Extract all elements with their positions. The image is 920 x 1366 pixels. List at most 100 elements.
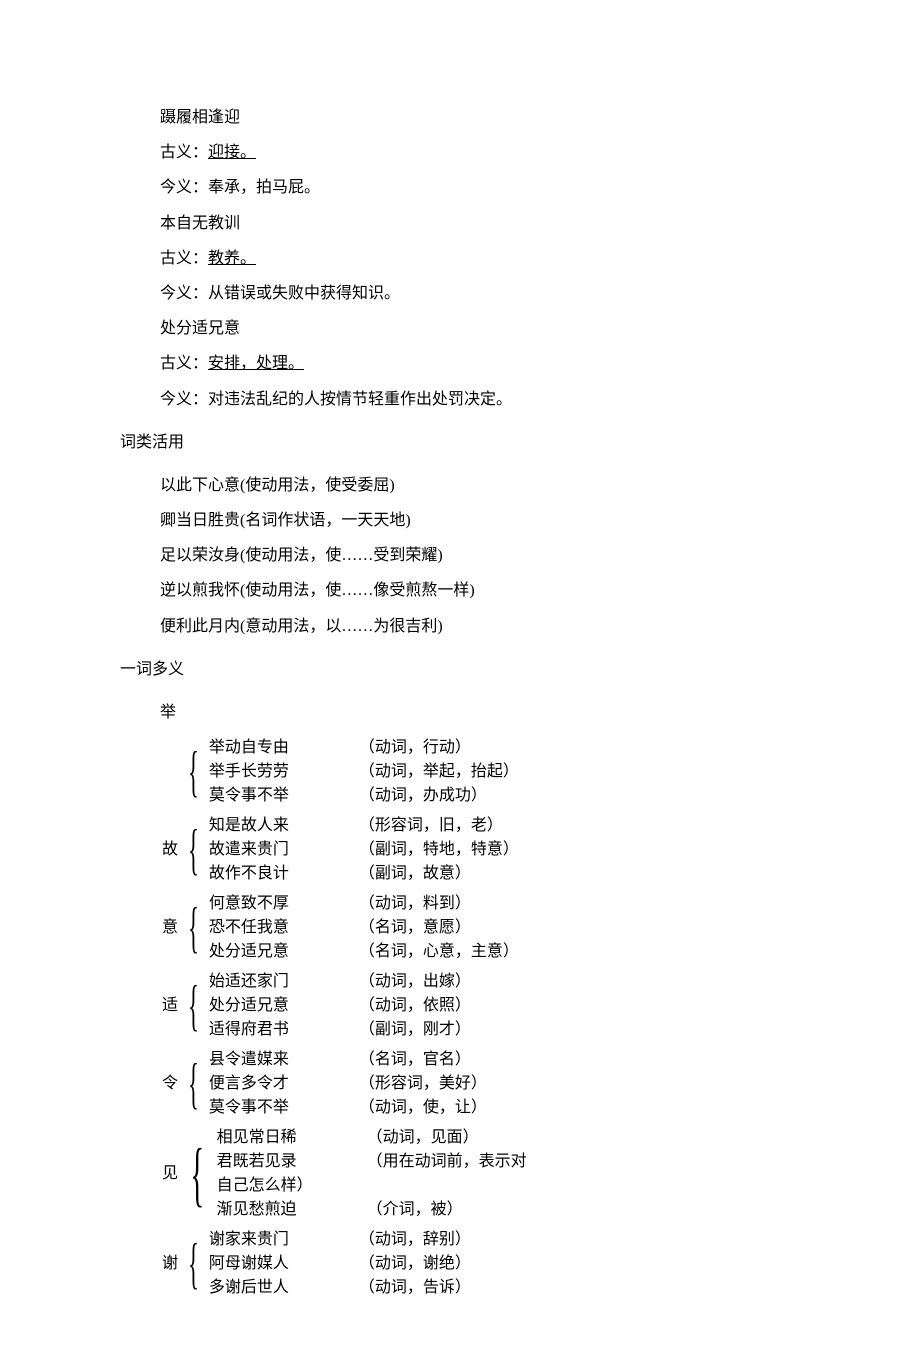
word-usage-item: 以此下心意(使动用法，使受委屈) bbox=[100, 468, 820, 503]
polysemy-example: 多谢后世人 bbox=[209, 1276, 359, 1300]
polysemy-line: 故作不良计（副词，故意） bbox=[209, 862, 519, 886]
polysemy-explanation: （副词，刚才） bbox=[359, 1018, 471, 1042]
polysemy-explanation: （动词，料到） bbox=[359, 892, 471, 916]
polysemy-example: 知是故人来 bbox=[209, 814, 359, 838]
polysemy-line: 莫令事不举（动词，办成功） bbox=[209, 784, 519, 808]
polysemy-line: 恐不任我意（名词，意愿） bbox=[209, 916, 519, 940]
polysemy-example: 处分适兄意 bbox=[209, 940, 359, 964]
brace-icon: { bbox=[188, 978, 199, 1034]
brace-icon: { bbox=[188, 1236, 199, 1292]
example-phrase-3: 处分适兄意 bbox=[100, 311, 820, 346]
ancient-meaning-3: 古义：安排，处理。 bbox=[100, 346, 820, 381]
polysemy-line: 何意致不厚（动词，料到） bbox=[209, 892, 519, 916]
word-usage-item: 足以荣汝身(使动用法，使……受到荣耀) bbox=[100, 538, 820, 573]
example-phrase-2: 本自无教训 bbox=[100, 206, 820, 241]
polysemy-example: 便言多令才 bbox=[209, 1072, 359, 1096]
ancient-meaning-1: 古义：迎接。 bbox=[100, 135, 820, 170]
brace-icon: { bbox=[190, 1138, 204, 1210]
polysemy-explanation: （形容词，旧，老） bbox=[359, 814, 503, 838]
jin-label: 今义： bbox=[160, 391, 208, 408]
polysemy-explanation: （动词，辞别） bbox=[359, 1228, 471, 1252]
polysemy-line: 适得府君书（副词，刚才） bbox=[209, 1018, 471, 1042]
jin-value-2: 从错误或失败中获得知识。 bbox=[208, 285, 400, 302]
polysemy-explanation: （动词，告诉） bbox=[359, 1276, 471, 1300]
jin-value-3: 对违法乱纪的人按情节轻重作出处罚决定。 bbox=[208, 391, 512, 408]
word-usage-item: 逆以煎我怀(使动用法，使……像受煎熬一样) bbox=[100, 573, 820, 608]
polysemy-line: 处分适兄意（名词，心意，主意） bbox=[209, 940, 519, 964]
polysemy-explanation: （介词，被） bbox=[367, 1198, 463, 1222]
brace-icon: { bbox=[188, 900, 199, 956]
polysemy-key: 意 bbox=[160, 916, 180, 940]
polysemy-body: 谢家来贵门（动词，辞别）阿母谢媒人（动词，谢绝）多谢后世人（动词，告诉） bbox=[209, 1228, 471, 1300]
polysemy-explanation: （动词，依照） bbox=[359, 994, 471, 1018]
polysemy-line: 故遣来贵门（副词，特地，特意） bbox=[209, 838, 519, 862]
gu-value-2: 教养。 bbox=[208, 250, 256, 267]
gu-label: 古义： bbox=[160, 250, 208, 267]
polysemy-line: 举动自专由（动词，行动） bbox=[209, 736, 519, 760]
polysemy-example: 县令遣媒来 bbox=[209, 1048, 359, 1072]
jin-label: 今义： bbox=[160, 179, 208, 196]
jin-label: 今义： bbox=[160, 285, 208, 302]
polysemy-example: 自己怎么样） bbox=[217, 1174, 367, 1198]
gu-label: 古义： bbox=[160, 144, 208, 161]
polysemy-explanation: （形容词，美好） bbox=[359, 1072, 487, 1096]
polysemy-group: 意{何意致不厚（动词，料到）恐不任我意（名词，意愿）处分适兄意（名词，心意，主意… bbox=[160, 892, 820, 964]
polysemy-explanation: （动词，谢绝） bbox=[359, 1252, 471, 1276]
brace-icon: { bbox=[188, 1056, 199, 1112]
polysemy-line: 君既若见录（用在动词前，表示对 bbox=[217, 1150, 527, 1174]
polysemy-body: 相见常日稀（动词，见面）君既若见录（用在动词前，表示对自己怎么样）渐见愁煎迫（介… bbox=[217, 1126, 527, 1222]
polysemy-line: 自己怎么样） bbox=[217, 1174, 527, 1198]
document-page: 蹑履相逢迎 古义：迎接。 今义：奉承，拍马屁。 本自无教训 古义：教养。 今义：… bbox=[0, 0, 920, 1366]
polysemy-example: 处分适兄意 bbox=[209, 994, 359, 1018]
polysemy-example: 举动自专由 bbox=[209, 736, 359, 760]
polysemy-group: 适{始适还家门（动词，出嫁）处分适兄意（动词，依照）适得府君书（副词，刚才） bbox=[160, 970, 820, 1042]
polysemy-explanation: （动词，举起，抬起） bbox=[359, 760, 519, 784]
example-phrase-1: 蹑履相逢迎 bbox=[100, 100, 820, 135]
polysemy-explanation: （名词，意愿） bbox=[359, 916, 471, 940]
polysemy-explanation: （副词，特地，特意） bbox=[359, 838, 519, 862]
polysemy-line: 谢家来贵门（动词，辞别） bbox=[209, 1228, 471, 1252]
ancient-meaning-2: 古义：教养。 bbox=[100, 241, 820, 276]
polysemy-key: 谢 bbox=[160, 1252, 180, 1276]
polysemy-example: 始适还家门 bbox=[209, 970, 359, 994]
polysemy-example: 恐不任我意 bbox=[209, 916, 359, 940]
polysemy-body: 何意致不厚（动词，料到）恐不任我意（名词，意愿）处分适兄意（名词，心意，主意） bbox=[209, 892, 519, 964]
polysemy-key: 见 bbox=[160, 1162, 180, 1186]
polysemy-example: 莫令事不举 bbox=[209, 1096, 359, 1120]
polysemy-body: 始适还家门（动词，出嫁）处分适兄意（动词，依照）适得府君书（副词，刚才） bbox=[209, 970, 471, 1042]
word-usage-item: 卿当日胜贵(名词作状语，一天天地) bbox=[100, 503, 820, 538]
polysemy-example: 何意致不厚 bbox=[209, 892, 359, 916]
polysemy-explanation: （名词，心意，主意） bbox=[359, 940, 519, 964]
polysemy-explanation: （动词，办成功） bbox=[359, 784, 487, 808]
polysemy-line: 相见常日稀（动词，见面） bbox=[217, 1126, 527, 1150]
brace-icon: { bbox=[188, 744, 199, 800]
polysemy-example: 适得府君书 bbox=[209, 1018, 359, 1042]
polysemy-group: { 举动自专由（动词，行动）举手长劳劳（动词，举起，抬起）莫令事不举（动词，办成功… bbox=[160, 736, 820, 808]
polysemy-example: 莫令事不举 bbox=[209, 784, 359, 808]
polysemy-sub: 举 bbox=[100, 695, 820, 730]
word-usage-item: 便利此月内(意动用法，以……为很吉利) bbox=[100, 609, 820, 644]
polysemy-example: 相见常日稀 bbox=[217, 1126, 367, 1150]
section-title-polysemy: 一词多义 bbox=[100, 652, 820, 687]
polysemy-explanation: （用在动词前，表示对 bbox=[367, 1150, 527, 1174]
polysemy-example: 阿母谢媒人 bbox=[209, 1252, 359, 1276]
polysemy-line: 多谢后世人（动词，告诉） bbox=[209, 1276, 471, 1300]
polysemy-example: 君既若见录 bbox=[217, 1150, 367, 1174]
polysemy-example: 举手长劳劳 bbox=[209, 760, 359, 784]
gu-value-3: 安排，处理。 bbox=[208, 355, 304, 372]
polysemy-explanation: （动词，使，让） bbox=[359, 1096, 487, 1120]
polysemy-group: 谢{谢家来贵门（动词，辞别）阿母谢媒人（动词，谢绝）多谢后世人（动词，告诉） bbox=[160, 1228, 820, 1300]
polysemy-body: 知是故人来（形容词，旧，老）故遣来贵门（副词，特地，特意）故作不良计（副词，故意… bbox=[209, 814, 519, 886]
polysemy-line: 便言多令才（形容词，美好） bbox=[209, 1072, 487, 1096]
polysemy-line: 莫令事不举（动词，使，让） bbox=[209, 1096, 487, 1120]
polysemy-group: 令{县令遣媒来（名词，官名）便言多令才（形容词，美好）莫令事不举（动词，使，让） bbox=[160, 1048, 820, 1120]
polysemy-example: 故作不良计 bbox=[209, 862, 359, 886]
modern-meaning-2: 今义：从错误或失败中获得知识。 bbox=[100, 276, 820, 311]
jin-value-1: 奉承，拍马屁。 bbox=[208, 179, 320, 196]
gu-value-1: 迎接。 bbox=[208, 144, 256, 161]
polysemy-key: 故 bbox=[160, 838, 180, 862]
polysemy-group: 见 {相见常日稀（动词，见面）君既若见录（用在动词前，表示对自己怎么样）渐见愁煎迫… bbox=[160, 1126, 820, 1222]
polysemy-example: 谢家来贵门 bbox=[209, 1228, 359, 1252]
polysemy-explanation: （动词，见面） bbox=[367, 1126, 479, 1150]
polysemy-line: 举手长劳劳（动词，举起，抬起） bbox=[209, 760, 519, 784]
